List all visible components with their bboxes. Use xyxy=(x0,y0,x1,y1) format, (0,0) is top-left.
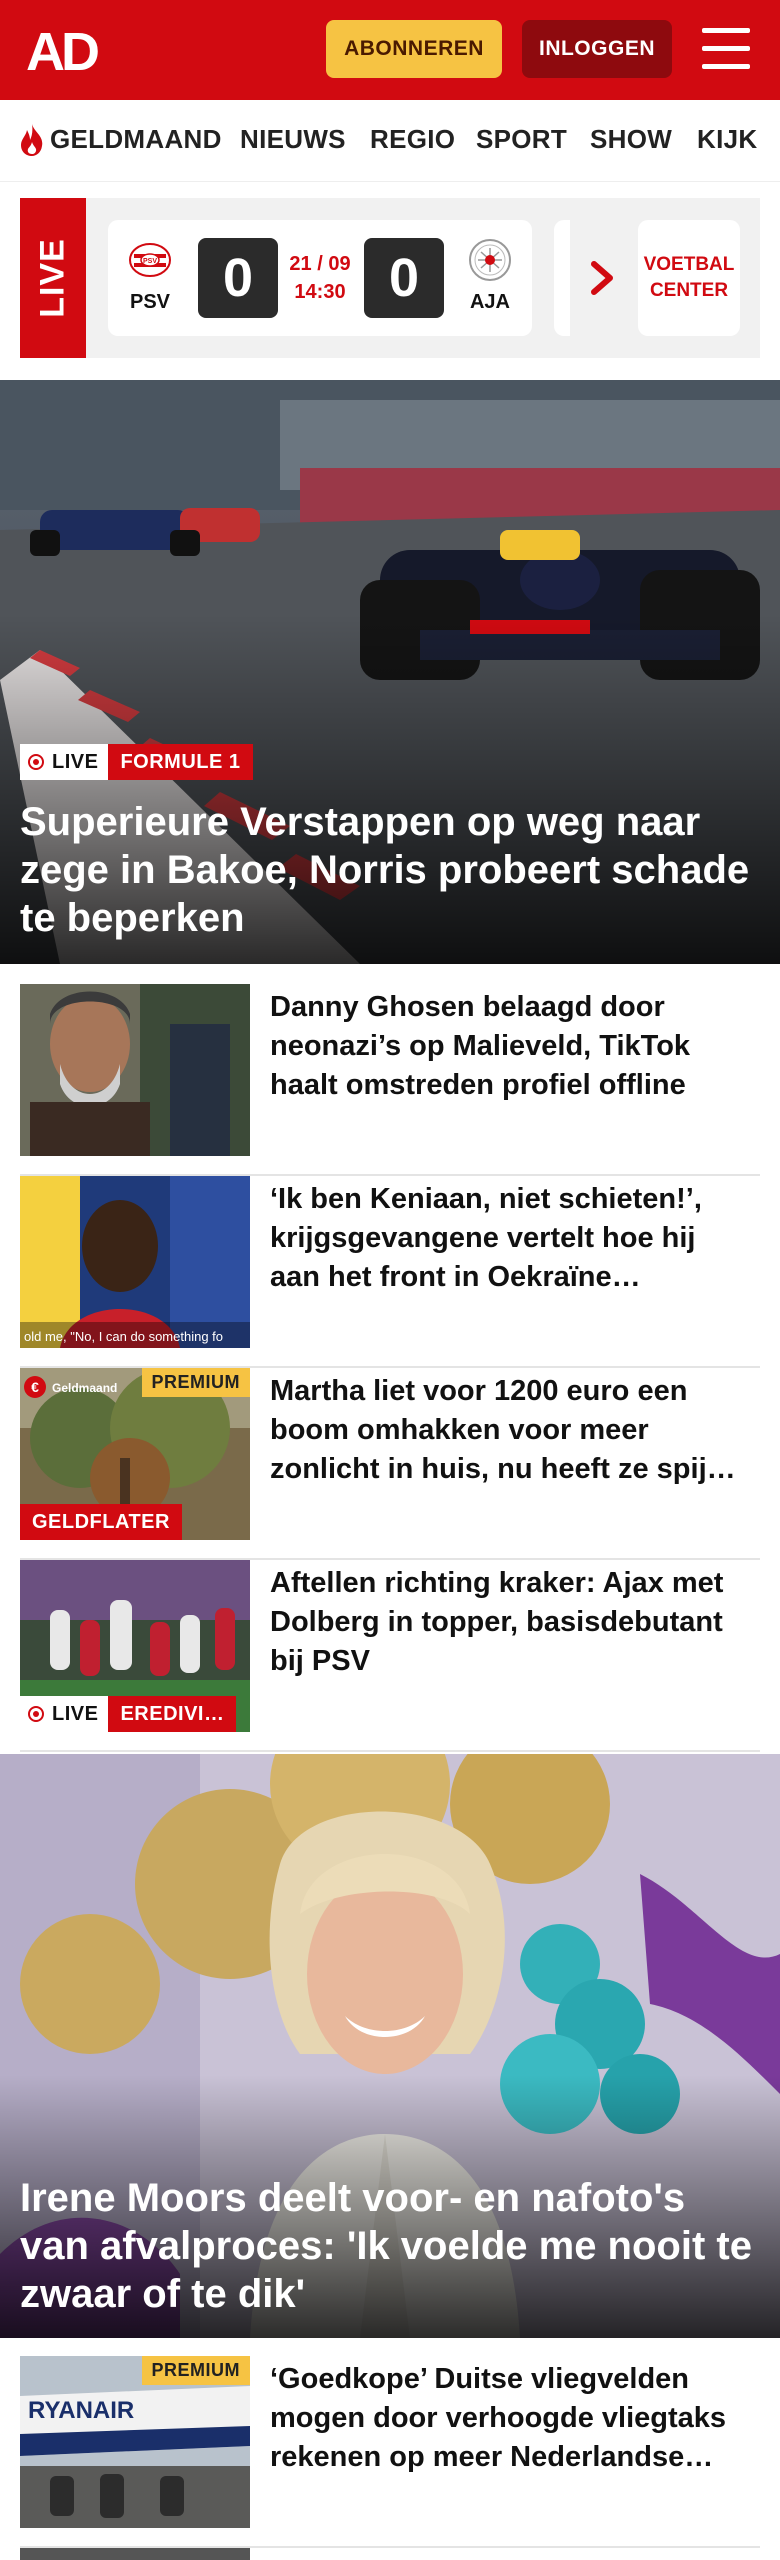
list-item[interactable]: € Geldmaand PREMIUM GELDFLATER Martha li… xyxy=(20,1368,760,1560)
nav-item-geldmaand[interactable]: GELDMAAND xyxy=(50,124,222,155)
article-title[interactable]: Aftellen richting kraker: Ajax met Dolbe… xyxy=(270,1564,750,1681)
ajax-crest-icon xyxy=(469,239,511,281)
ad-logo[interactable]: AD xyxy=(26,24,116,76)
away-team: AJA xyxy=(460,238,520,314)
article-thumbnail: RYANAIR PREMIUM xyxy=(20,2356,250,2528)
flame-icon xyxy=(21,124,43,156)
feature-title[interactable]: Irene Moors deelt voor- en nafoto's van … xyxy=(20,2174,760,2318)
list-item[interactable]: Danny Ghosen belaagd door neonazi’s op M… xyxy=(20,984,760,1176)
article-title[interactable]: ‘Goedkope’ Duitse vliegvelden mogen door… xyxy=(270,2360,750,2477)
list-item[interactable]: LIVE EREDIVI… Aftellen richting kraker: … xyxy=(20,1560,760,1752)
feature-article[interactable]: Irene Moors deelt voor- en nafoto's van … xyxy=(0,1754,780,2338)
football-center-link[interactable]: VOETBAL CENTER xyxy=(638,220,740,336)
home-team: PSV PSV xyxy=(120,238,180,314)
nav-item-kijk[interactable]: KIJK xyxy=(697,124,757,155)
psv-crest-icon: PSV xyxy=(129,243,171,277)
svg-text:old me, "No, I can do somethin: old me, "No, I can do something fo xyxy=(24,1329,223,1344)
nav-item-show[interactable]: SHOW xyxy=(590,124,672,155)
next-match-card[interactable] xyxy=(554,220,570,336)
nav-item-nieuws[interactable]: NIEUWS xyxy=(240,124,346,155)
nav-item-sport[interactable]: SPORT xyxy=(476,124,567,155)
away-score: 0 xyxy=(364,238,444,318)
article-thumbnail: LIVE EREDIVI… xyxy=(20,1560,250,1732)
article-thumbnail xyxy=(20,984,250,1156)
hero-tags: LIVE FORMULE 1 xyxy=(20,744,253,780)
hero-article[interactable]: LIVE FORMULE 1 Superieure Verstappen op … xyxy=(0,380,780,964)
subscribe-button[interactable]: ABONNEREN xyxy=(326,20,502,78)
premium-badge: PREMIUM xyxy=(141,1368,250,1397)
article-title[interactable]: Martha liet voor 1200 euro een boom omha… xyxy=(270,1372,750,1489)
premium-badge: PREMIUM xyxy=(141,2356,250,2385)
chevron-right-icon[interactable] xyxy=(586,258,618,298)
list-item[interactable]: old me, "No, I can do something fo ‘Ik b… xyxy=(20,1176,760,1368)
menu-icon[interactable] xyxy=(702,28,750,70)
article-title[interactable]: ‘Ik ben Keniaan, niet schieten!’, krijgs… xyxy=(270,1180,750,1297)
match-date: 21 / 09 xyxy=(289,253,351,275)
category-badge: FORMULE 1 xyxy=(108,744,253,780)
article-badges: LIVE EREDIVI… xyxy=(20,1696,237,1732)
article-thumbnail: old me, "No, I can do something fo xyxy=(20,1176,250,1348)
article-title[interactable]: Danny Ghosen belaagd door neonazi’s op M… xyxy=(270,988,750,1105)
home-score: 0 xyxy=(198,238,278,318)
svg-text:AD: AD xyxy=(26,24,98,76)
live-dot-icon xyxy=(28,754,44,770)
match-card[interactable]: PSV PSV 0 21 / 09 14:30 0 AJA xyxy=(108,220,532,336)
live-badge: LIVE xyxy=(20,744,109,780)
next-article-thumbnail xyxy=(20,2548,250,2560)
home-team-name: PSV xyxy=(129,291,171,313)
live-scores-widget: LIVE PSV PSV 0 21 / 09 14:30 0 AJA VOETB… xyxy=(20,198,760,358)
live-dot-icon xyxy=(28,1706,44,1722)
category-badge: GELDFLATER xyxy=(20,1504,182,1540)
match-time: 14:30 xyxy=(294,281,346,303)
login-button[interactable]: INLOGGEN xyxy=(522,20,672,78)
category-badge: EREDIVI… xyxy=(108,1696,237,1732)
away-team-name: AJA xyxy=(469,291,510,313)
svg-text:€: € xyxy=(31,1379,39,1395)
top-header: AD ABONNEREN INLOGGEN xyxy=(0,0,780,100)
list-item[interactable]: RYANAIR PREMIUM ‘Goedkope’ Duitse vliegv… xyxy=(20,2356,760,2548)
svg-text:PSV: PSV xyxy=(143,258,157,265)
article-thumbnail: € Geldmaand PREMIUM GELDFLATER xyxy=(20,1368,250,1540)
live-badge: LIVE xyxy=(20,1696,109,1732)
article-badges: GELDFLATER xyxy=(20,1504,182,1540)
nav-item-regio[interactable]: REGIO xyxy=(370,124,455,155)
kickoff-info: 21 / 09 14:30 xyxy=(274,250,366,306)
svg-text:RYANAIR: RYANAIR xyxy=(28,2397,134,2424)
live-tab[interactable]: LIVE xyxy=(20,198,86,358)
hero-title[interactable]: Superieure Verstappen op weg naar zege i… xyxy=(20,798,760,942)
main-nav: GELDMAAND NIEUWS REGIO SPORT SHOW KIJK xyxy=(0,100,780,182)
svg-text:Geldmaand: Geldmaand xyxy=(52,1381,117,1395)
